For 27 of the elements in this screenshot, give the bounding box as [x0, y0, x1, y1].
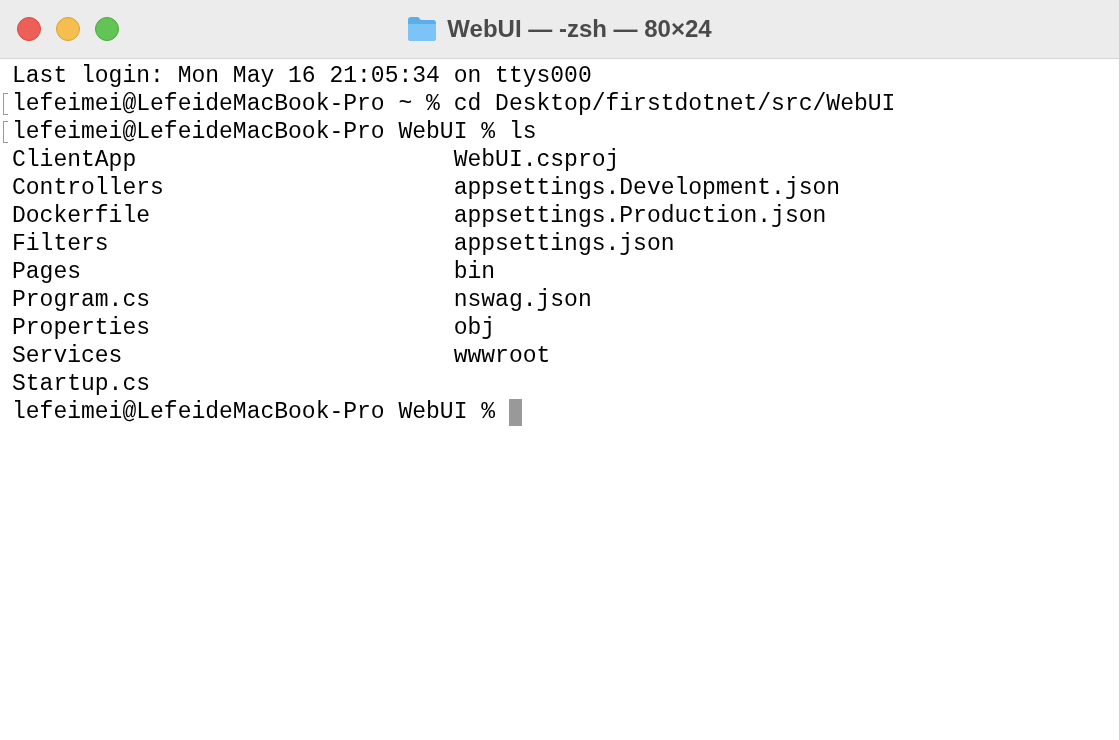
file-name: Filters [12, 231, 109, 257]
terminal-line: lefeimei@LefeideMacBook-Pro ~ % cd Desktop/firstdotnet/src/WebUI [12, 90, 896, 118]
file-name: appsettings.Development.json [453, 174, 841, 202]
minimize-button[interactable] [56, 17, 80, 41]
shell-prompt: lefeimei@LefeideMacBook-Pro WebUI % [12, 398, 496, 426]
file-name: nswag.json [453, 286, 592, 314]
close-button[interactable] [17, 17, 41, 41]
file-name: bin [453, 258, 496, 286]
file-name: Pages [12, 259, 81, 285]
file-name: Controllers [12, 175, 164, 201]
file-name: wwwroot [453, 342, 551, 370]
file-name: Services [12, 343, 123, 369]
file-name: Program.cs [12, 287, 151, 313]
file-name: Startup.cs [12, 371, 151, 397]
zoom-button[interactable] [95, 17, 119, 41]
window-title: WebUI — -zsh — 80×24 [447, 15, 712, 43]
terminal-line: lefeimei@LefeideMacBook-Pro WebUI % ls [12, 118, 537, 146]
terminal-line: Last login: Mon May 16 21:05:34 on ttys000 [12, 62, 592, 90]
text-cursor [509, 398, 523, 426]
file-name: appsettings.Production.json [453, 202, 827, 230]
file-name: appsettings.json [453, 230, 675, 258]
file-name: WebUI.csproj [453, 146, 620, 174]
file-name: Dockerfile [12, 203, 151, 229]
file-name: Properties [12, 315, 151, 341]
folder-icon [407, 16, 438, 42]
file-name: ClientApp [12, 147, 137, 173]
file-name: obj [453, 314, 496, 342]
